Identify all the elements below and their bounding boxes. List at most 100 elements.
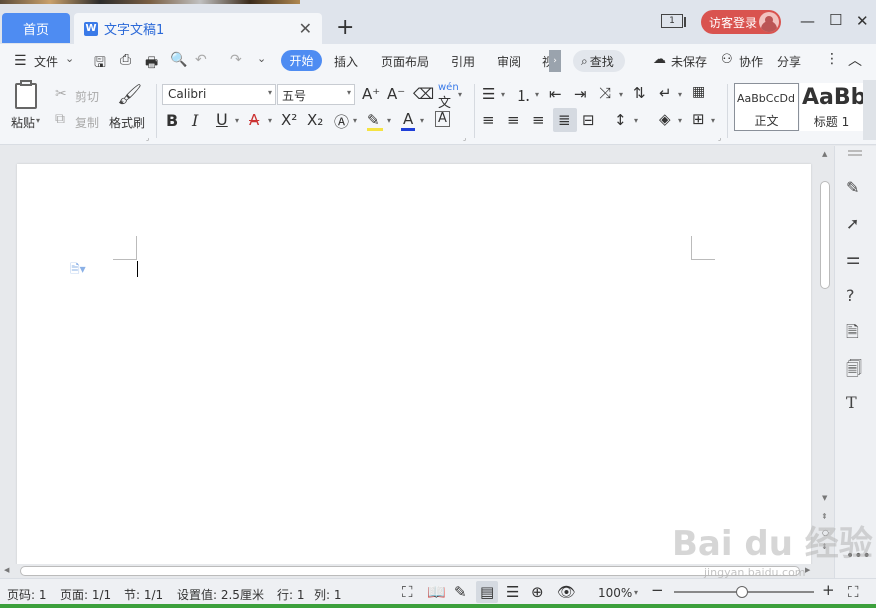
outline-view-icon[interactable]: ☰ xyxy=(506,583,519,601)
zoom-dropdown-icon[interactable]: ▾ xyxy=(634,588,638,597)
tab-references[interactable]: 引用 xyxy=(451,53,475,70)
fit-window-icon[interactable]: ⛶ xyxy=(848,583,859,601)
unsaved-status[interactable]: 未保存 xyxy=(671,53,707,70)
align-right-icon[interactable]: ≡ xyxy=(532,111,545,129)
paste-button[interactable]: 粘贴 xyxy=(11,114,35,131)
underline-dropdown-icon[interactable]: ▾ xyxy=(235,116,239,125)
share-button[interactable]: 分享 xyxy=(777,53,801,70)
print-preview-icon[interactable]: 🔍 xyxy=(170,52,187,68)
borders-icon[interactable]: ⊞ xyxy=(692,110,705,128)
horizontal-scroll-thumb[interactable] xyxy=(20,566,800,576)
shading-icon[interactable]: ◈ xyxy=(659,110,671,128)
tab-home[interactable]: 首页 xyxy=(2,13,70,43)
menu-file[interactable]: 文件 xyxy=(34,53,58,70)
save-icon[interactable]: 🖫 xyxy=(94,52,106,76)
collaborate-button[interactable]: 协作 xyxy=(739,53,763,70)
help-icon[interactable]: ? xyxy=(846,286,855,305)
superscript-icon[interactable]: X² xyxy=(281,111,297,129)
adjust-icon[interactable]: ⚌ xyxy=(846,249,860,268)
increase-indent-icon[interactable]: ⇥ xyxy=(574,85,587,103)
bullets-dropdown-icon[interactable]: ▾ xyxy=(501,90,505,99)
decrease-indent-icon[interactable]: ⇤ xyxy=(549,85,562,103)
status-line[interactable]: 行: 1 xyxy=(277,586,305,603)
new-tab-button[interactable]: + xyxy=(336,15,354,41)
show-hide-marks-icon[interactable]: ↵ xyxy=(659,84,672,102)
scroll-down-arrow[interactable]: ▼ xyxy=(822,494,827,502)
format-painter-button[interactable]: 格式刷 xyxy=(109,114,145,131)
hamburger-icon[interactable]: ☰ xyxy=(14,53,27,69)
close-tab-icon[interactable]: ✕ xyxy=(299,19,312,38)
distributed-icon[interactable]: ⊟ xyxy=(582,111,595,129)
font-group-launcher[interactable]: ⌟ xyxy=(463,134,466,142)
zoom-in-button[interactable]: + xyxy=(822,581,835,599)
font-color-icon[interactable]: A xyxy=(403,110,413,128)
bullets-icon[interactable]: ☰ xyxy=(482,85,495,103)
document-page[interactable] xyxy=(17,164,811,566)
status-setting-value[interactable]: 设置值: 2.5厘米 xyxy=(177,586,264,603)
zoom-out-button[interactable]: − xyxy=(651,581,664,599)
numbering-dropdown-icon[interactable]: ▾ xyxy=(535,90,539,99)
line-spacing-icon[interactable]: ↕ xyxy=(614,111,627,129)
customize-toolbar-icon[interactable]: ⌄ xyxy=(257,52,266,65)
tab-page-layout[interactable]: 页面布局 xyxy=(381,53,429,70)
styles-scroll[interactable] xyxy=(863,80,876,140)
zoom-slider-handle[interactable] xyxy=(736,586,748,598)
sort-icon[interactable]: ⇅ xyxy=(633,84,646,102)
grid-lines-icon[interactable]: ▦ xyxy=(692,84,705,100)
italic-icon[interactable]: I xyxy=(192,111,198,130)
marks-dropdown-icon[interactable]: ▾ xyxy=(678,90,682,99)
window-count-badge[interactable]: 1 xyxy=(661,14,686,28)
pen-icon[interactable]: ✎ xyxy=(846,178,859,197)
menu-scroll-right-button[interactable]: › xyxy=(549,50,561,72)
export-pdf-icon[interactable]: ⎙ xyxy=(120,52,131,68)
char-border-icon[interactable]: A xyxy=(435,111,450,127)
vertical-scroll-thumb[interactable] xyxy=(820,181,830,289)
paste-icon[interactable] xyxy=(15,83,37,109)
scroll-left-arrow[interactable]: ◀ xyxy=(4,566,9,574)
numbering-icon[interactable]: ⒈ xyxy=(516,85,531,106)
paste-dropdown-icon[interactable]: ▾ xyxy=(36,116,40,125)
text-effect-icon[interactable]: Ⓐ xyxy=(334,111,349,132)
status-page-number[interactable]: 页码: 1 xyxy=(7,586,47,603)
shading-dropdown-icon[interactable]: ▾ xyxy=(678,116,682,125)
strikethrough-dropdown-icon[interactable]: ▾ xyxy=(268,116,272,125)
underline-icon[interactable]: U xyxy=(216,110,228,129)
tab-document[interactable]: W 文字文稿1 ✕ xyxy=(74,13,322,44)
panel-drag-handle[interactable] xyxy=(848,150,862,152)
tab-insert[interactable]: 插入 xyxy=(334,53,358,70)
style-heading-1[interactable]: AaBb 标题 1 xyxy=(800,83,863,131)
pinyin-dropdown-icon[interactable]: ▾ xyxy=(458,90,462,99)
align-center-icon[interactable]: ≡ xyxy=(507,111,520,129)
find-button[interactable]: ⌕ 查找 xyxy=(573,50,625,72)
redo-icon[interactable]: ↷ xyxy=(230,52,242,68)
strikethrough-icon[interactable]: A xyxy=(249,111,259,129)
scroll-up-arrow[interactable]: ▲ xyxy=(822,150,827,158)
align-left-icon[interactable]: ≡ xyxy=(482,111,495,129)
tab-view[interactable]: 视 xyxy=(542,53,549,70)
highlight-dropdown-icon[interactable]: ▾ xyxy=(387,116,391,125)
web-view-icon[interactable]: ⊕ xyxy=(531,583,544,601)
eye-protection-icon[interactable]: 👁 xyxy=(557,583,576,601)
cut-button[interactable]: 剪切 xyxy=(75,88,99,105)
paragraph-group-launcher[interactable]: ⌟ xyxy=(718,134,721,142)
shrink-font-icon[interactable]: A⁻ xyxy=(387,85,405,103)
read-mode-icon[interactable]: 📖 xyxy=(427,583,446,601)
doc-export-icon[interactable]: 🗐 xyxy=(846,358,862,385)
bold-icon[interactable]: B xyxy=(166,111,178,130)
maximize-button[interactable]: ☐ xyxy=(829,11,842,29)
highlight-icon[interactable]: ✎ xyxy=(367,111,380,129)
style-normal[interactable]: AaBbCcDd 正文 xyxy=(734,83,799,131)
print-icon[interactable]: 🖶 xyxy=(145,52,158,76)
copy-button[interactable]: 复制 xyxy=(75,114,99,131)
tab-start[interactable]: 开始 xyxy=(281,50,322,71)
borders-dropdown-icon[interactable]: ▾ xyxy=(711,116,715,125)
text-effect-dropdown-icon[interactable]: ▾ xyxy=(353,116,357,125)
collapse-ribbon-icon[interactable]: ︿ xyxy=(848,50,862,70)
select-cursor-icon[interactable]: ➚ xyxy=(846,214,859,233)
undo-icon[interactable]: ↶ xyxy=(195,52,207,68)
close-window-button[interactable]: ✕ xyxy=(856,12,869,30)
font-color-dropdown-icon[interactable]: ▾ xyxy=(420,116,424,125)
font-name-select[interactable]: Calibri ▾ xyxy=(162,84,276,105)
subscript-icon[interactable]: X₂ xyxy=(307,111,323,129)
status-column[interactable]: 列: 1 xyxy=(314,586,342,603)
